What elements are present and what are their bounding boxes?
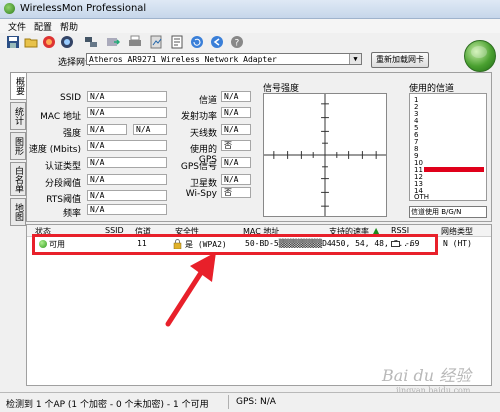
tab-graph[interactable]: 图形 [10,132,26,160]
wispy-value: 否 [221,187,251,198]
globe-logo-icon [464,40,496,72]
adapter-select[interactable]: Atheros AR9271 Wireless Network Adapter … [86,53,362,65]
channel-usage-chart: 1 2 3 4 5 6 7 8 9 10 11 12 13 14 OTH [409,93,487,201]
satellites-label: 卫星数 [189,179,217,189]
auth-type-value: N/A [87,157,167,168]
toolbar: ? [0,33,500,51]
strength-value-2: N/A [133,124,167,135]
open-folder-icon[interactable] [24,35,38,49]
signal-radar [263,93,387,217]
strength-value: N/A [87,124,127,135]
speed-label: 速度 (Mbits) [28,145,81,155]
frequency-label: 频率 [62,209,81,219]
tab-summary[interactable]: 概要 [10,72,26,100]
watermark-brand: Bai du 经验 [382,366,472,385]
channel-number: OTH [414,193,430,201]
auth-type-label: 认证类型 [44,162,81,172]
refresh-icon[interactable] [190,35,204,49]
row-network-type: N (HT) [443,239,472,248]
chevron-down-icon[interactable]: ▼ [349,54,361,64]
ssid-label: SSID [59,93,81,103]
status-divider [228,395,229,409]
ap-count-status: 检测到 1 个AP (1 个加密 - 0 个未加密) - 1 个可用 [6,400,209,410]
frag-threshold-value: N/A [87,174,167,185]
tab-whitelist[interactable]: 白名单 [10,162,26,196]
network-icon[interactable] [84,35,98,49]
record-icon[interactable] [42,35,56,49]
menu-bar: 文件 配置 帮助 [0,19,500,33]
save-icon[interactable] [6,35,20,49]
rts-threshold-value: N/A [87,190,167,201]
gps-signal-label: GPS信号 [180,162,217,172]
svg-text:?: ? [235,39,240,49]
status-bar: 检测到 1 个AP (1 个加密 - 0 个未加密) - 1 个可用 GPS: … [0,392,500,412]
adapter-row: 选择网卡 Atheros AR9271 Wireless Network Ada… [0,52,500,68]
column-header[interactable]: 网络类型 [441,226,473,237]
export-icon[interactable] [106,35,120,49]
antenna-value: N/A [221,124,251,135]
mac-value: N/A [87,107,167,118]
window-title: WirelessMon Professional [20,3,147,14]
view-icon[interactable] [60,35,74,49]
watermark: Bai du 经验 jingyan.baidu.com [382,362,471,395]
satellites-value: N/A [221,174,251,185]
side-tabs: 概要 统计 图形 白名单 地图 [10,72,26,227]
annotation-arrow-icon [165,252,216,327]
doc-icon[interactable] [170,35,184,49]
back-icon[interactable] [210,35,224,49]
adapter-value: Atheros AR9271 Wireless Network Adapter [89,55,277,64]
ssid-value: N/A [87,91,167,102]
mac-label: MAC 地址 [40,112,81,122]
menu-config[interactable]: 配置 [34,20,52,33]
tab-stats[interactable]: 统计 [10,102,26,130]
title-bar: WirelessMon Professional [0,0,500,19]
tab-map[interactable]: 地图 [10,198,26,226]
antenna-label: 天线数 [189,129,217,139]
frequency-value: N/A [87,204,167,215]
channel-mode-select[interactable]: 信道使用 B/G/N [409,206,487,218]
summary-panel: SSID N/A MAC 地址 N/A 强度 N/A N/A 速度 (Mbits… [26,72,492,222]
highlight-box [32,234,438,255]
menu-file[interactable]: 文件 [8,20,26,33]
channel-label: 信道 [198,96,217,106]
wispy-label: Wi-Spy [185,189,217,199]
reload-adapter-button[interactable]: 重新加载网卡 [371,52,429,68]
gps-status: GPS: N/A [236,397,276,407]
tx-power-label: 发射功率 [180,112,217,122]
chart-doc-icon[interactable] [150,35,164,49]
frag-threshold-label: 分段阈值 [44,179,81,189]
app-window: WirelessMon Professional 文件 配置 帮助 ? 选择网卡… [0,0,500,412]
rts-threshold-label: RTS阈值 [46,195,81,205]
channel-value: N/A [221,91,251,102]
print-icon[interactable] [128,35,142,49]
gps-used-value: 否 [221,140,251,151]
app-icon [4,3,15,14]
tx-power-value: N/A [221,107,251,118]
speed-value: N/A [87,140,167,151]
menu-help[interactable]: 帮助 [60,20,78,33]
gps-signal-value: N/A [221,157,251,168]
channel-usage-bar [424,167,484,172]
help-icon[interactable]: ? [230,35,244,49]
strength-label: 强度 [62,129,81,139]
